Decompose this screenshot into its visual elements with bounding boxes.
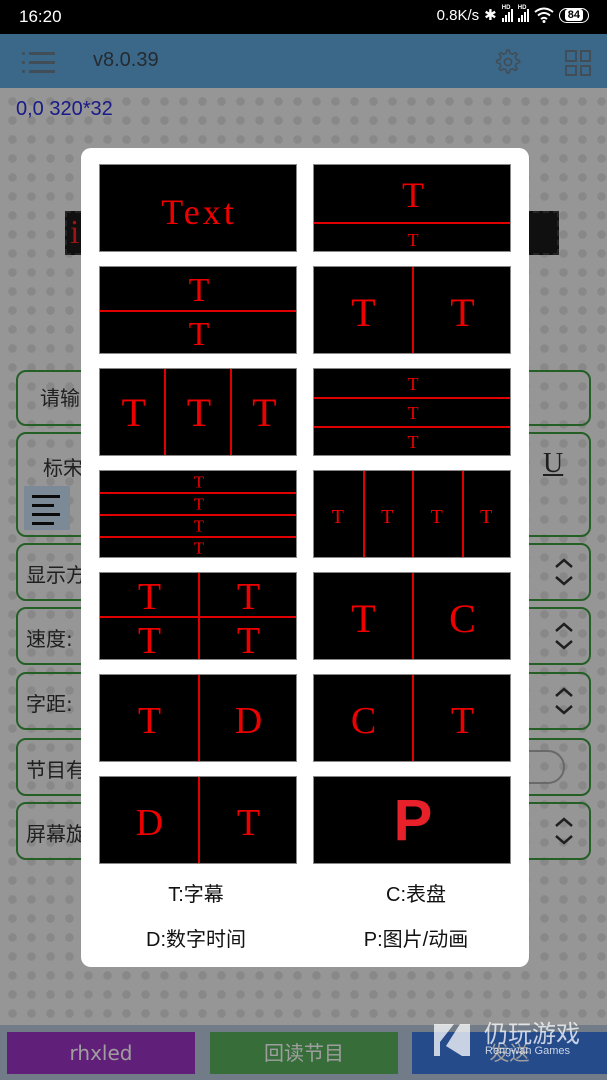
divider-line <box>198 573 200 659</box>
battery-level: 84 <box>564 8 583 21</box>
layout-glyph: T <box>236 801 261 844</box>
divider-line <box>164 369 167 455</box>
layout-glyph: T <box>188 315 210 353</box>
layout-glyph: T <box>407 373 419 394</box>
layout-option-t-over-small-t[interactable]: TT <box>313 164 511 252</box>
layout-glyph: T <box>236 619 261 660</box>
layout-option-t-over-t[interactable]: TT <box>99 266 297 354</box>
layout-glyph: Text <box>161 191 237 232</box>
divider-line <box>412 471 414 557</box>
layout-option-text-clock[interactable]: TC <box>313 572 511 660</box>
divider-line <box>100 514 296 516</box>
layout-glyph: C <box>350 699 377 742</box>
layout-glyph: T <box>381 505 394 528</box>
watermark-en: Rengwan Games <box>485 1045 570 1057</box>
layout-glyph: T <box>236 575 261 618</box>
layout-glyph: T <box>402 174 424 215</box>
signal-hd-icon: HD <box>501 5 513 22</box>
watermark: 仍玩游戏 Rengwan Games <box>432 1014 607 1064</box>
divider-line <box>412 573 414 659</box>
bluetooth-icon: ✱ <box>484 7 497 24</box>
layout-glyph: T <box>121 390 146 435</box>
layout-glyph: T <box>351 289 376 335</box>
status-icons: 0.8K/s ✱ HD HD 84 <box>436 5 589 24</box>
divider-line <box>314 426 510 429</box>
layout-option-two-by-two[interactable]: TTTT <box>99 572 297 660</box>
layout-option-picture[interactable]: P <box>313 776 511 864</box>
layout-glyph: T <box>137 619 162 660</box>
divider-line <box>198 777 200 863</box>
divider-line <box>229 369 232 455</box>
legend-digital-time: D:数字时间 <box>146 929 246 951</box>
divider-line <box>362 471 365 557</box>
divider-line <box>412 675 414 761</box>
signal-hd-icon: HD <box>517 5 529 22</box>
layout-glyph: D <box>234 699 263 742</box>
layout-glyph: T <box>193 538 205 558</box>
layout-glyph: T <box>430 505 443 528</box>
layout-glyph: T <box>407 403 419 423</box>
layout-option-three-columns[interactable]: TTT <box>99 368 297 456</box>
layout-glyph: T <box>186 390 212 435</box>
layout-option-text[interactable]: Text <box>99 164 297 252</box>
layout-glyph: T <box>407 229 419 250</box>
status-bar: 16:20 0.8K/s ✱ HD HD 84 <box>0 0 607 34</box>
layout-option-digital-text[interactable]: DT <box>99 776 297 864</box>
legend-clock: C:表盘 <box>386 884 446 906</box>
layout-option-clock-text[interactable]: CT <box>313 674 511 762</box>
layout-glyph: C <box>449 595 476 641</box>
layout-glyph: T <box>252 390 277 435</box>
divider-line <box>314 222 510 225</box>
layout-option-t-beside-t[interactable]: TT <box>313 266 511 354</box>
legend-picture: P:图片/动画 <box>363 929 469 951</box>
battery-icon: 84 <box>558 7 589 23</box>
layout-glyph: T <box>407 432 419 453</box>
layout-option-four-rows[interactable]: TTTT <box>99 470 297 558</box>
divider-line <box>100 492 296 494</box>
divider-line <box>461 471 464 557</box>
layout-option-four-columns[interactable]: TTTT <box>313 470 511 558</box>
legend-text: T:字幕 <box>168 884 224 906</box>
layout-glyph: T <box>137 575 162 618</box>
layout-glyph: T <box>193 494 205 514</box>
layout-glyph: T <box>193 472 205 492</box>
divider-line <box>100 310 296 312</box>
layout-glyph: T <box>450 289 475 335</box>
layout-glyph: T <box>351 595 376 641</box>
divider-line <box>314 397 510 400</box>
layout-option-three-rows[interactable]: TTT <box>313 368 511 456</box>
wifi-icon <box>534 7 554 23</box>
layout-glyph: D <box>135 801 164 844</box>
watermark-cn: 仍玩游戏 <box>484 1020 580 1048</box>
layout-glyph: T <box>450 699 475 742</box>
layout-glyph: T <box>137 699 162 742</box>
divider-line <box>100 536 296 538</box>
watermark-logo-icon <box>434 1024 470 1056</box>
divider-line <box>198 675 200 761</box>
divider-line <box>412 267 414 353</box>
layout-option-text-digital[interactable]: TD <box>99 674 297 762</box>
layout-glyph: T <box>331 505 344 528</box>
layout-picker-dialog: Text T T T T T T T T T T T T T T T T T T T T T T T T T C T D C T D T P T:… <box>81 148 529 967</box>
net-speed: 0.8K/s <box>436 6 480 24</box>
layout-glyph: T <box>193 516 205 536</box>
layout-glyph: P <box>393 788 433 853</box>
layout-glyph: T <box>480 505 493 528</box>
status-time: 16:20 <box>19 7 62 26</box>
layout-glyph: T <box>188 271 210 309</box>
